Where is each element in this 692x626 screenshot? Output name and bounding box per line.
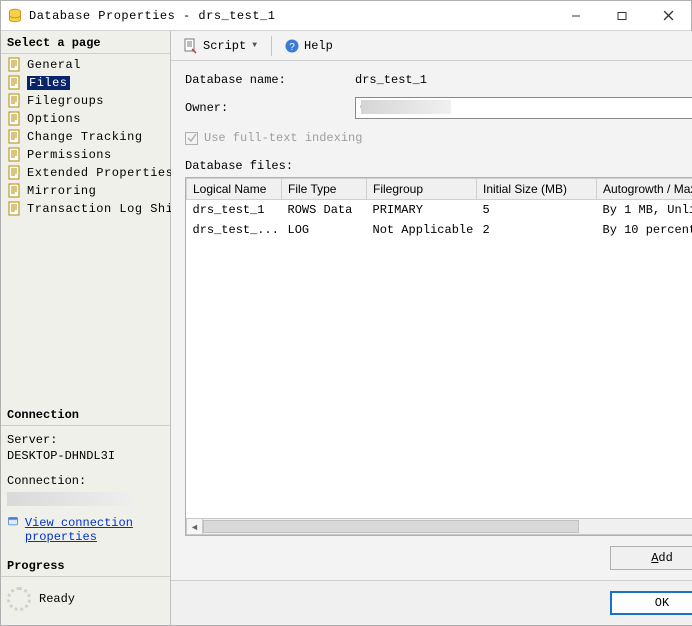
page-icon [7,201,23,217]
owner-value-masked [361,100,451,114]
add-label: Add [651,551,673,565]
page-transaction-log-shipping[interactable]: Transaction Log Shipping [1,200,170,218]
script-button[interactable]: Script ▼ [179,36,263,56]
page-icon [7,165,23,181]
connection-info: Server: DESKTOP-DHNDL3I Connection: [1,426,170,512]
page-icon [7,75,23,91]
dialog-footer: OK Cancel [171,580,692,625]
window-title: Database Properties - drs_test_1 [29,9,553,23]
connection-label: Connection: [7,473,164,490]
page-label: Files [27,76,70,90]
database-files-grid[interactable]: Logical Name File Type Filegroup Initial… [185,177,692,536]
server-label: Server: [7,432,164,449]
page-icon [7,57,23,73]
page-icon [7,111,23,127]
cell-logical-name: drs_test_1 [187,200,282,221]
progress-heading: Progress [1,554,170,577]
cell-file-type: ROWS Data [282,200,367,221]
col-logical-name[interactable]: Logical Name [187,179,282,200]
page-extended-properties[interactable]: Extended Properties [1,164,170,182]
scroll-track[interactable] [203,518,692,535]
help-icon: ? [284,38,300,54]
toolbar-separator [271,36,272,56]
fulltext-checkbox-row: Use full-text indexing [185,131,692,145]
cell-file-type: LOG [282,220,367,240]
server-value: DESKTOP-DHNDL3I [7,448,164,465]
cell-initial-size: 2 [477,220,597,240]
col-filegroup[interactable]: Filegroup [367,179,477,200]
minimize-button[interactable] [553,1,599,30]
select-page-heading: Select a page [1,31,170,54]
page-options[interactable]: Options [1,110,170,128]
cell-autogrowth: By 1 MB, Unlimited [597,200,692,221]
connection-value-masked [7,492,131,506]
page-label: Extended Properties [27,166,173,180]
fulltext-label: Use full-text indexing [204,131,362,145]
progress-spinner-icon [7,587,31,611]
right-panel: Script ▼ ? Help Database name: drs_test_… [171,31,692,625]
database-name-label: Database name: [185,73,355,87]
page-filegroups[interactable]: Filegroups [1,92,170,110]
close-button[interactable] [645,1,691,30]
script-label: Script [203,39,246,53]
page-icon [7,93,23,109]
progress-status: Ready [39,592,75,606]
page-label: Filegroups [27,94,104,108]
page-files[interactable]: Files [1,74,170,92]
database-name-value: drs_test_1 [355,71,692,89]
chevron-down-icon: ▼ [250,41,259,50]
horizontal-scrollbar[interactable]: ◄ ► [186,518,692,535]
page-label: Options [27,112,81,126]
cell-logical-name: drs_test_... [187,220,282,240]
table-row[interactable]: drs_test_1 ROWS Data PRIMARY 5 By 1 MB, … [187,200,692,221]
cell-autogrowth: By 10 percent, Limited [597,220,692,240]
scroll-left-icon[interactable]: ◄ [186,518,203,535]
ok-button[interactable]: OK [610,591,692,615]
maximize-button[interactable] [599,1,645,30]
database-files-label: Database files: [185,159,692,173]
script-icon [183,38,199,54]
page-change-tracking[interactable]: Change Tracking [1,128,170,146]
page-list: General Files Filegroups Options Change … [1,54,170,220]
table-row[interactable]: drs_test_... LOG Not Applicable 2 By 10 … [187,220,692,240]
page-icon [7,129,23,145]
help-button[interactable]: ? Help [280,36,337,56]
fulltext-checkbox [185,132,198,145]
cell-filegroup: PRIMARY [367,200,477,221]
col-autogrowth[interactable]: Autogrowth / Maxsize [597,179,692,200]
page-permissions[interactable]: Permissions [1,146,170,164]
cell-filegroup: Not Applicable [367,220,477,240]
page-mirroring[interactable]: Mirroring [1,182,170,200]
page-icon [7,147,23,163]
view-connection-properties-link[interactable]: View connection properties [25,516,164,544]
svg-text:?: ? [289,42,295,53]
col-file-type[interactable]: File Type [282,179,367,200]
col-initial-size[interactable]: Initial Size (MB) [477,179,597,200]
add-button[interactable]: Add [610,546,692,570]
ok-label: OK [655,596,669,610]
title-bar: Database Properties - drs_test_1 [1,1,691,31]
database-icon [7,8,23,24]
page-label: Permissions [27,148,112,162]
toolbar: Script ▼ ? Help [171,31,692,61]
page-general[interactable]: General [1,56,170,74]
page-label: Change Tracking [27,130,143,144]
cell-initial-size: 5 [477,200,597,221]
connection-properties-icon [7,516,19,532]
page-icon [7,183,23,199]
owner-label: Owner: [185,101,355,115]
page-label: General [27,58,81,72]
left-panel: Select a page General Files Filegroups O… [1,31,171,625]
connection-heading: Connection [1,403,170,426]
page-label: Mirroring [27,184,96,198]
help-label: Help [304,39,333,53]
scroll-thumb[interactable] [203,520,579,533]
